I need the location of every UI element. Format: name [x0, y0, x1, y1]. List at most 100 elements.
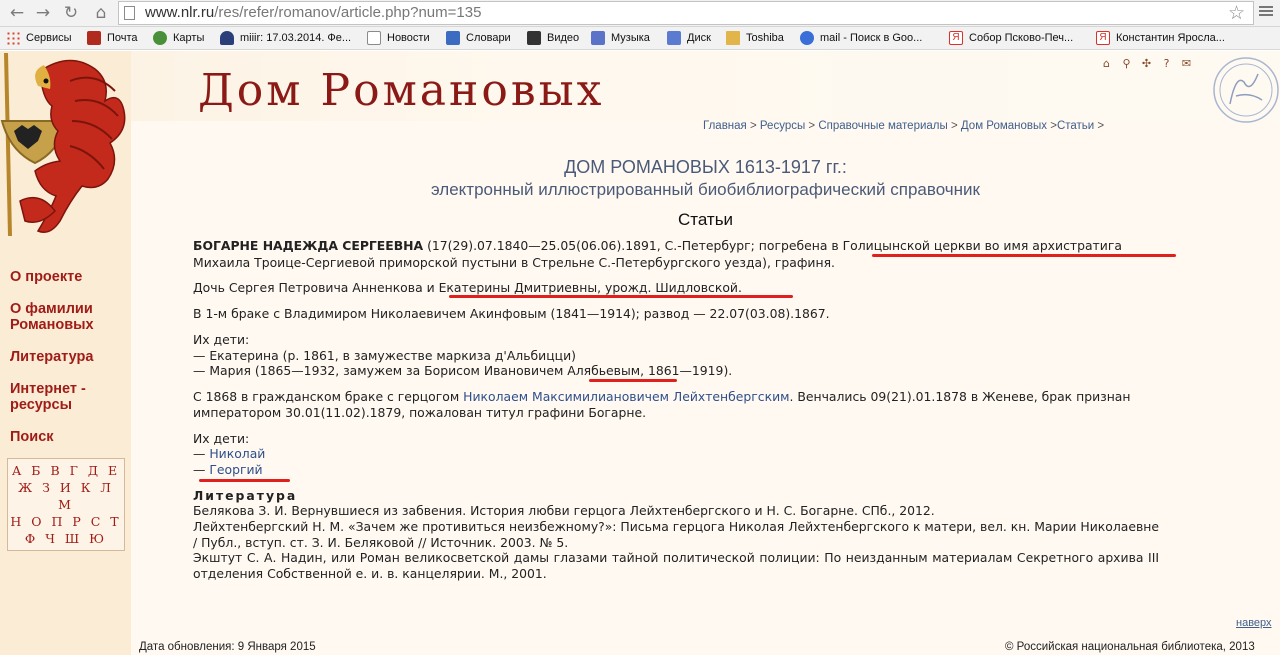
music-icon	[591, 31, 605, 45]
highlight-underline	[449, 295, 793, 298]
user-icon	[220, 31, 234, 45]
article-name: БОГАРНЕ НАДЕЖДА СЕРГЕЕВНА	[193, 238, 424, 253]
breadcrumb-link[interactable]: Справочные материалы	[818, 120, 947, 132]
breadcrumb-separator: >	[1047, 120, 1057, 132]
bookmark-item[interactable]: Карты	[153, 31, 204, 45]
bookmark-star-icon[interactable]: ☆	[1228, 2, 1245, 24]
child-item: — Георгий	[193, 462, 263, 477]
menu-icon[interactable]	[1258, 4, 1274, 20]
literature-heading: Литература	[193, 488, 298, 503]
update-date: Дата обновления: 9 Января 2015	[139, 641, 316, 653]
page-title: ДОМ РОМАНОВЫХ 1613-1917 гг.:	[564, 157, 847, 177]
literature-item: Экштут С. А. Надин, или Роман великосвет…	[193, 550, 1159, 581]
apps-icon	[6, 31, 20, 45]
search-icon[interactable]: ⚲	[1119, 57, 1134, 70]
article-second-marriage-line2: императором 30.01(11.02).1879, пожалован…	[193, 405, 647, 420]
highlight-underline	[589, 379, 677, 382]
home-icon[interactable]: ⌂	[1099, 57, 1114, 70]
child-link[interactable]: Георгий	[209, 462, 262, 477]
breadcrumb-link[interactable]: Статьи	[1057, 120, 1094, 132]
nav-internet-resources[interactable]: Интернет - ресурсы	[10, 381, 125, 413]
bookmark-item[interactable]: Новости	[367, 31, 430, 45]
bookmark-item[interactable]: Toshiba	[726, 31, 784, 45]
mail-icon	[87, 31, 101, 45]
griffin-emblem	[0, 51, 131, 241]
back-icon[interactable]: ←	[7, 3, 27, 23]
reload-icon[interactable]: ↻	[61, 3, 81, 23]
help-icon[interactable]: ?	[1159, 57, 1174, 70]
nav-search[interactable]: Поиск	[10, 429, 125, 445]
nav-literature[interactable]: Литература	[10, 349, 125, 365]
bookmark-item[interactable]: Сервисы	[6, 31, 72, 45]
bookmark-item[interactable]: Видео	[527, 31, 579, 45]
child-item: — Мария (1865—1932, замужем за Борисом И…	[193, 363, 733, 378]
alphabet-row[interactable]: Ж З И К Л М	[8, 479, 124, 513]
bookmark-item[interactable]: Словари	[446, 31, 511, 45]
bookmark-item[interactable]: Почта	[87, 31, 138, 45]
child-item: — Екатерина (р. 1861, в замужестве марки…	[193, 348, 576, 363]
home-icon[interactable]: ⌂	[91, 3, 111, 23]
breadcrumb: Главная > Ресурсы > Справочные материалы…	[703, 120, 1104, 132]
breadcrumb-separator: >	[947, 120, 961, 132]
bookmark-item[interactable]: miiir: 17.03.2014. Фе...	[220, 31, 351, 45]
browser-toolbar: ← → ↻ ⌂ www.nlr.ru/res/refer/romanov/art…	[0, 0, 1280, 27]
dictionary-icon	[446, 31, 460, 45]
children-label: Их дети:	[193, 431, 250, 446]
breadcrumb-separator: >	[746, 120, 760, 132]
bookmarks-bar: Сервисы Почта Карты miiir: 17.03.2014. Ф…	[0, 27, 1280, 50]
breadcrumb-link[interactable]: Главная	[703, 120, 747, 132]
forward-icon[interactable]: →	[33, 3, 53, 23]
article-intro: БОГАРНЕ НАДЕЖДА СЕРГЕЕВНА (17(29).07.184…	[193, 238, 1122, 253]
breadcrumb-link[interactable]: Дом Романовых	[961, 120, 1047, 132]
page-body: О проекте О фамилии Романовых Литература…	[0, 51, 1280, 655]
literature-item: Лейхтенбергский Н. М. «Зачем же противит…	[193, 519, 1159, 550]
article-first-marriage: В 1-м браке с Владимиром Николаевичем Ак…	[193, 306, 830, 321]
bookmark-item[interactable]: Диск	[667, 31, 711, 45]
yandex-icon: Я	[1096, 31, 1110, 45]
address-url[interactable]: www.nlr.ru/res/refer/romanov/article.php…	[145, 4, 481, 21]
child-link[interactable]: Николай	[209, 446, 265, 461]
child-item: — Николай	[193, 446, 266, 461]
breadcrumb-separator: >	[805, 120, 819, 132]
nav-about-project[interactable]: О проекте	[10, 269, 125, 285]
nav-about-family[interactable]: О фамилии Романовых	[10, 301, 125, 333]
highlight-underline	[199, 479, 290, 482]
highlight-underline	[872, 254, 1176, 257]
page-icon	[367, 31, 381, 45]
folder-icon	[726, 31, 740, 45]
disk-icon	[667, 31, 681, 45]
alphabet-row[interactable]: Н О П Р С Т	[8, 513, 124, 530]
video-icon	[527, 31, 541, 45]
email-icon[interactable]: ✉	[1179, 57, 1194, 70]
article-intro-line2: Михаила Троице-Сергиевой приморской пуст…	[193, 255, 835, 270]
article-parents: Дочь Сергея Петровича Анненкова и Екатер…	[193, 280, 742, 295]
site-title: Дом Романовых	[198, 65, 605, 116]
alphabet-index: А Б В Г Д Е Ж З И К Л М Н О П Р С Т Ф Ч …	[7, 458, 125, 551]
children-label: Их дети:	[193, 332, 250, 347]
bookmark-item[interactable]: Я Собор Псково-Печ...	[949, 31, 1073, 45]
library-seal-icon	[1213, 57, 1279, 123]
left-sidebar: О проекте О фамилии Романовых Литература…	[0, 51, 131, 655]
sitemap-icon[interactable]: ✣	[1139, 57, 1154, 70]
section-title: Статьи	[677, 210, 734, 229]
utility-icons: ⌂ ⚲ ✣ ? ✉	[1099, 57, 1194, 70]
yandex-icon: Я	[949, 31, 963, 45]
breadcrumb-separator: >	[1094, 120, 1105, 132]
literature-item: Белякова З. И. Вернувшиеся из забвения. …	[193, 503, 935, 518]
bookmark-item[interactable]: Я Константин Яросла...	[1096, 31, 1225, 45]
side-navigation: О проекте О фамилии Романовых Литература…	[10, 269, 125, 461]
address-bar[interactable]: www.nlr.ru/res/refer/romanov/article.php…	[118, 1, 1254, 25]
alphabet-row[interactable]: А Б В Г Д Е	[8, 462, 124, 479]
site-banner	[0, 51, 1280, 121]
bookmark-item[interactable]: Музыка	[591, 31, 650, 45]
breadcrumb-link[interactable]: Ресурсы	[760, 120, 805, 132]
page-icon	[124, 6, 135, 20]
alphabet-row[interactable]: Ф Ч Ш Ю	[8, 530, 124, 547]
person-link[interactable]: Николаем Максимилиановичем Лейхтенбергск…	[463, 389, 789, 404]
bookmark-item[interactable]: mail - Поиск в Goo...	[800, 31, 922, 45]
article-second-marriage: С 1868 в гражданском браке с герцогом Ни…	[193, 389, 1131, 404]
page-subtitle: электронный иллюстрированный биобиблиогр…	[431, 180, 980, 199]
back-to-top-link[interactable]: наверх	[1236, 617, 1272, 629]
search-icon	[800, 31, 814, 45]
copyright: © Российская национальная библиотека, 20…	[1005, 641, 1255, 653]
